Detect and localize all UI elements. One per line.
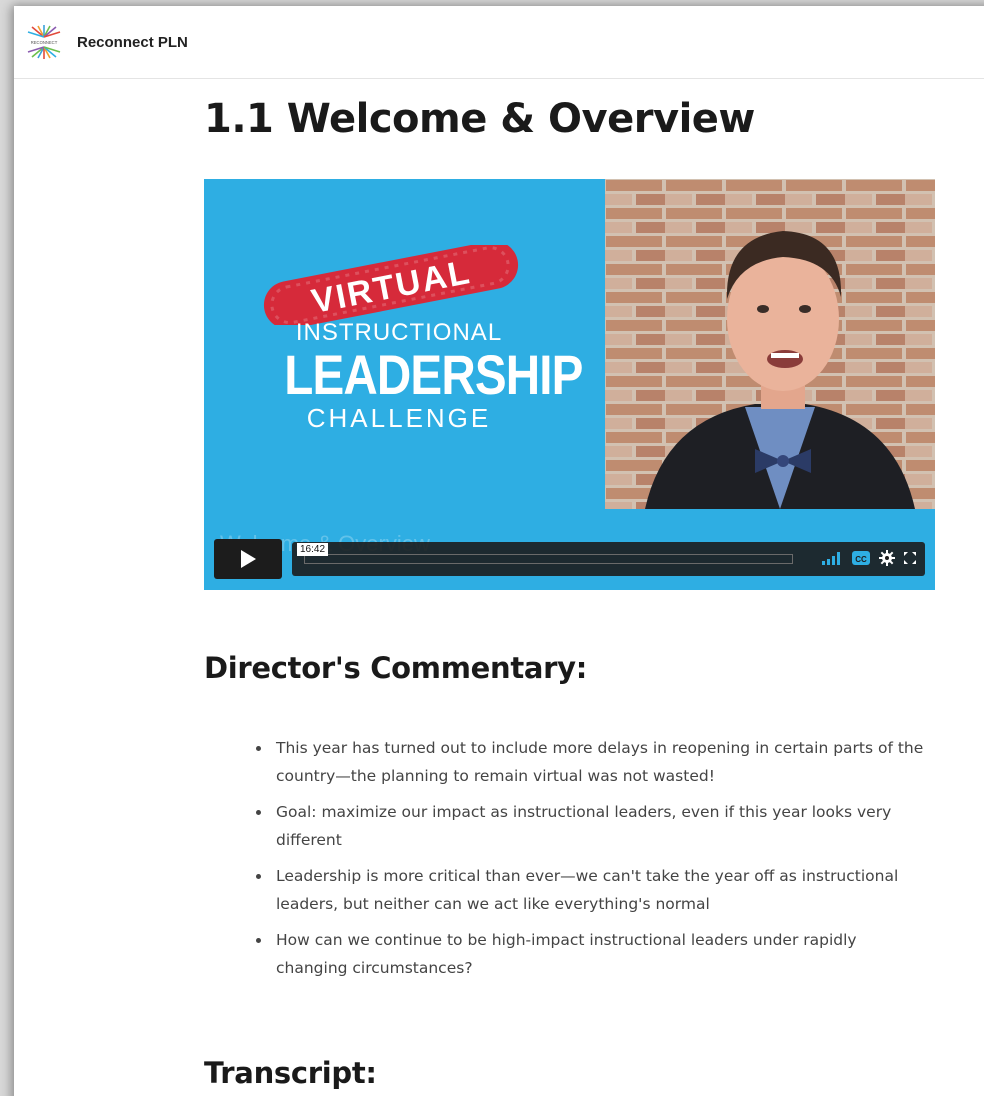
video-player[interactable]: VIRTUAL INSTRUCTIONAL LEADERSHIP CHALLEN… xyxy=(204,179,935,590)
app-window: RECONNECT Reconnect PLN 1.1 Welcome & Ov… xyxy=(14,6,984,1096)
page-title: 1.1 Welcome & Overview xyxy=(204,96,755,142)
list-item: How can we continue to be high-impact in… xyxy=(252,926,932,982)
list-item: Goal: maximize our impact as instruction… xyxy=(252,798,932,854)
progress-bar-area: 16:42 CC xyxy=(292,542,925,576)
commentary-item-2: Goal: maximize our impact as instruction… xyxy=(276,803,892,849)
list-item: Leadership is more critical than ever—we… xyxy=(252,862,932,918)
bullet-icon xyxy=(256,938,261,943)
course-title: INSTRUCTIONAL LEADERSHIP CHALLENGE xyxy=(264,319,583,434)
commentary-item-3: Leadership is more critical than ever—we… xyxy=(276,867,899,913)
commentary-item-4: How can we continue to be high-impact in… xyxy=(276,931,857,977)
transcript-heading: Transcript: xyxy=(204,1056,377,1090)
duration-badge: 16:42 xyxy=(297,543,329,556)
captions-icon[interactable]: CC xyxy=(851,550,871,566)
play-icon xyxy=(241,550,256,568)
bullet-icon xyxy=(256,810,261,815)
fullscreen-icon[interactable] xyxy=(903,551,917,565)
presenter-image xyxy=(605,179,935,509)
brand-logo-icon[interactable]: RECONNECT xyxy=(25,23,63,61)
commentary-list: This year has turned out to include more… xyxy=(252,734,932,990)
course-line-2: LEADERSHIP xyxy=(284,343,583,406)
progress-bar[interactable]: 16:42 xyxy=(297,543,793,564)
course-line-3: CHALLENGE xyxy=(306,403,492,433)
svg-text:CC: CC xyxy=(855,555,867,564)
top-bar: RECONNECT Reconnect PLN xyxy=(14,6,984,79)
play-button[interactable] xyxy=(214,539,282,579)
virtual-stamp: VIRTUAL xyxy=(256,240,526,330)
volume-icon[interactable] xyxy=(821,550,843,566)
control-icons: CC xyxy=(821,550,917,566)
logo-text: RECONNECT xyxy=(31,40,58,45)
commentary-item-1: This year has turned out to include more… xyxy=(276,739,924,785)
bullet-icon xyxy=(256,874,261,879)
commentary-heading: Director's Commentary: xyxy=(204,651,588,685)
brand-name[interactable]: Reconnect PLN xyxy=(77,34,188,51)
list-item: This year has turned out to include more… xyxy=(252,734,932,790)
bullet-icon xyxy=(256,746,261,751)
settings-icon[interactable] xyxy=(879,550,895,566)
video-controls: 16:42 CC xyxy=(214,539,925,579)
